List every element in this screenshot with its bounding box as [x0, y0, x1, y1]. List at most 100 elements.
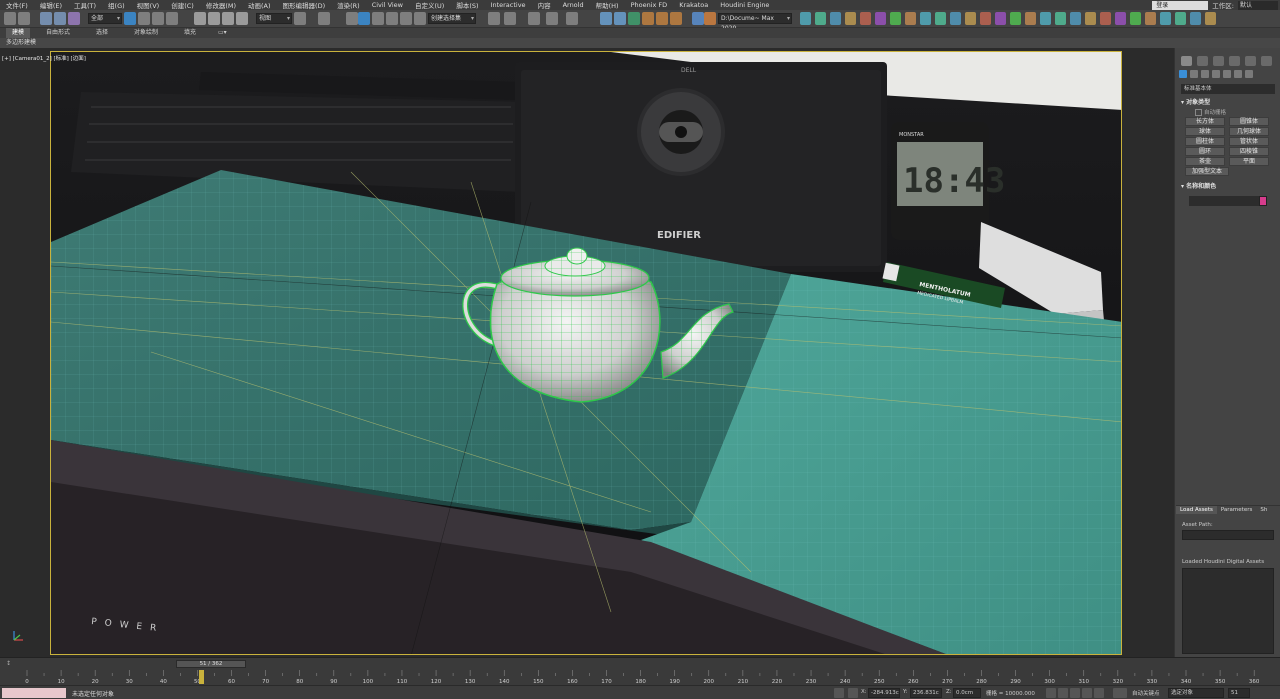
plugin-tool-icon[interactable]	[935, 12, 946, 25]
y-coord-field[interactable]: 236.831c	[910, 688, 942, 698]
display-tab-icon[interactable]	[1245, 56, 1256, 66]
tab-modeling[interactable]: 建模	[6, 28, 31, 38]
pyramid-button[interactable]: 四棱锥	[1229, 147, 1269, 156]
plugin-tool-icon[interactable]	[860, 12, 871, 25]
hierarchy-tab-icon[interactable]	[1213, 56, 1224, 66]
scale-icon[interactable]	[222, 12, 234, 25]
mirror-icon[interactable]	[488, 12, 500, 25]
current-frame-field[interactable]: 51	[1228, 688, 1250, 698]
houdini-icon[interactable]	[704, 12, 716, 25]
login-button[interactable]: 登录	[1152, 0, 1209, 10]
material-editor-icon[interactable]	[628, 12, 640, 25]
menu-item[interactable]: Phoenix FD	[625, 1, 674, 9]
reference-coord-dropdown[interactable]: 视图	[256, 13, 292, 24]
set-key-icon[interactable]	[1113, 688, 1127, 698]
plugin-tool-icon[interactable]	[920, 12, 931, 25]
selection-filter-dropdown[interactable]: 全部	[88, 13, 122, 24]
plugin-tool-icon[interactable]	[830, 12, 841, 25]
project-path-dropdown[interactable]: D:\Docume~ Max 2020	[718, 13, 792, 32]
menu-item[interactable]: 视图(V)	[131, 0, 166, 10]
ribbon-toggle-icon[interactable]	[566, 12, 578, 25]
shapes-icon[interactable]	[1190, 70, 1198, 78]
plugin-tool-icon[interactable]	[1055, 12, 1066, 25]
next-frame-icon[interactable]	[1082, 688, 1092, 698]
tab-sh[interactable]: Sh	[1256, 506, 1271, 514]
tab-load-assets[interactable]: Load Assets	[1176, 506, 1217, 514]
window-crossing-icon[interactable]	[166, 12, 178, 25]
plugin-tool-icon[interactable]	[950, 12, 961, 25]
tab-populate[interactable]: 填充	[178, 28, 202, 38]
motion-tab-icon[interactable]	[1229, 56, 1240, 66]
tab-object-paint[interactable]: 对象绘制	[128, 28, 164, 38]
teapot-button[interactable]: 茶壶	[1185, 157, 1225, 166]
helpers-icon[interactable]	[1223, 70, 1231, 78]
plugin-tool-icon[interactable]	[905, 12, 916, 25]
plugin-tool-icon[interactable]	[845, 12, 856, 25]
plugin-tool-icon[interactable]	[980, 12, 991, 25]
plugin-tool-icon[interactable]	[1175, 12, 1186, 25]
curve-editor-icon[interactable]	[600, 12, 612, 25]
render-setup-icon[interactable]	[642, 12, 654, 25]
plugin-tool-icon[interactable]	[1085, 12, 1096, 25]
menu-item[interactable]: 自定义(U)	[409, 0, 450, 10]
geometry-icon[interactable]	[1179, 70, 1187, 78]
textplus-button[interactable]: 加强型文本	[1185, 167, 1229, 176]
selected-dropdown[interactable]: 选定对象	[1168, 688, 1224, 698]
menu-item[interactable]: 脚本(S)	[450, 0, 484, 10]
menu-item[interactable]: 文件(F)	[0, 0, 34, 10]
name-color-rollout[interactable]: ▾ 名称和颜色	[1181, 182, 1216, 191]
torus-button[interactable]: 圆环	[1185, 147, 1225, 156]
current-frame-marker[interactable]	[199, 670, 204, 684]
plugin-tool-icon[interactable]	[1040, 12, 1051, 25]
object-name-field[interactable]	[1189, 196, 1265, 206]
keyboard-shortcut-icon[interactable]	[346, 12, 358, 25]
plugin-tool-icon[interactable]	[1070, 12, 1081, 25]
autokey-button[interactable]: 自动关键点	[1132, 689, 1160, 697]
render-icon[interactable]	[670, 12, 682, 25]
lights-icon[interactable]	[1201, 70, 1209, 78]
menu-item[interactable]: 工具(T)	[68, 0, 102, 10]
menu-item[interactable]: 修改器(M)	[200, 0, 242, 10]
plane-button[interactable]: 平面	[1229, 157, 1269, 166]
arnold-icon[interactable]	[692, 12, 704, 25]
lock-selection-icon[interactable]	[834, 688, 844, 698]
menu-item[interactable]: 组(G)	[102, 0, 131, 10]
create-tab-icon[interactable]	[1181, 56, 1192, 66]
menu-item[interactable]: Civil View	[366, 1, 409, 9]
tab-parameters[interactable]: Parameters	[1217, 506, 1256, 514]
prev-frame-icon[interactable]	[1058, 688, 1068, 698]
timeline-ruler[interactable]: 0 10 20 30 40 50 60 70 80 90 100 110 120 130 140 150 160…	[25, 670, 1265, 685]
select-by-name-icon[interactable]	[138, 12, 150, 25]
absolute-mode-icon[interactable]	[848, 688, 858, 698]
select-manipulate-icon[interactable]	[318, 12, 330, 25]
go-to-start-icon[interactable]	[1046, 688, 1056, 698]
rendered-frame-icon[interactable]	[656, 12, 668, 25]
object-color-swatch[interactable]	[1259, 196, 1267, 206]
plugin-tool-icon[interactable]	[800, 12, 811, 25]
asset-path-field[interactable]	[1182, 530, 1274, 540]
viewport-label[interactable]: [+] [Camera01_2] [标准] [边面]	[2, 54, 86, 62]
menu-item[interactable]: 内容	[532, 0, 557, 10]
menu-item[interactable]: Interactive	[485, 1, 532, 9]
menu-item[interactable]: 帮助(H)	[590, 0, 625, 10]
spacewarps-icon[interactable]	[1234, 70, 1242, 78]
menu-item[interactable]: 创建(C)	[165, 0, 200, 10]
menu-item[interactable]: 编辑(E)	[34, 0, 68, 10]
plugin-tool-icon[interactable]	[1190, 12, 1201, 25]
tube-button[interactable]: 管状体	[1229, 137, 1269, 146]
layer-explorer-icon[interactable]	[546, 12, 558, 25]
menu-item[interactable]: 动画(A)	[242, 0, 277, 10]
modify-tab-icon[interactable]	[1197, 56, 1208, 66]
utilities-tab-icon[interactable]	[1261, 56, 1272, 66]
spinner-snap-icon[interactable]	[400, 12, 412, 25]
snap-icon[interactable]	[358, 12, 370, 25]
plugin-tool-icon[interactable]	[1160, 12, 1171, 25]
tab-selection[interactable]: 选择	[90, 28, 114, 38]
z-coord-field[interactable]: 0.0cm	[953, 688, 981, 698]
plugin-tool-icon[interactable]	[1205, 12, 1216, 25]
ribbon-options-icon[interactable]: ▭▾	[212, 28, 233, 38]
cone-button[interactable]: 圆锥体	[1229, 117, 1269, 126]
placement-icon[interactable]	[236, 12, 248, 25]
unlink-icon[interactable]	[54, 12, 66, 25]
timeline-toggle-icon[interactable]: ↕	[6, 660, 11, 667]
